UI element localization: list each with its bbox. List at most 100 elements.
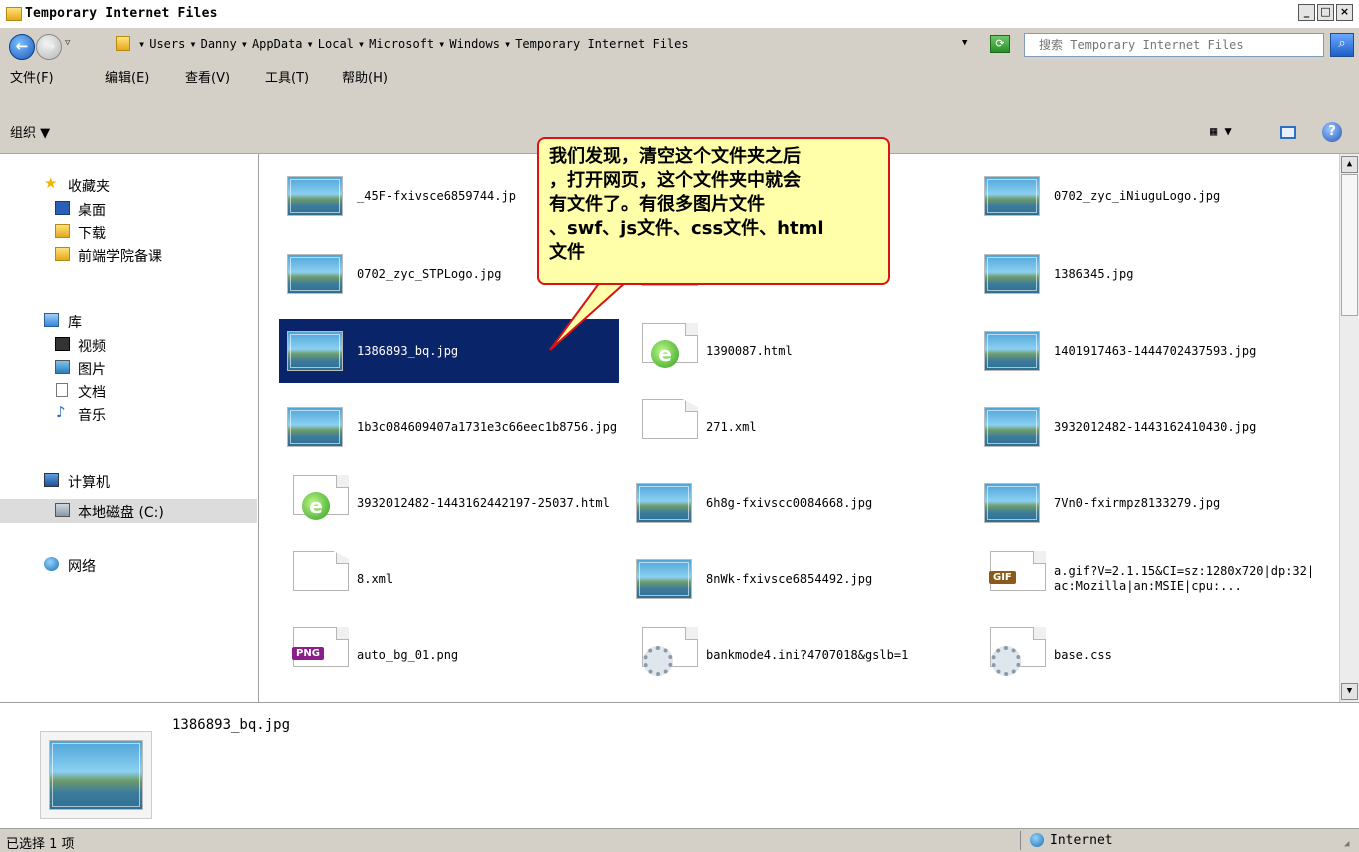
file-item[interactable]: 8.xml bbox=[279, 547, 619, 611]
file-name: 8.xml bbox=[357, 571, 394, 586]
nav-label: 计算机 bbox=[68, 475, 110, 491]
vertical-scrollbar[interactable]: ▲ ▼ bbox=[1339, 154, 1359, 702]
search-box[interactable] bbox=[1024, 33, 1324, 57]
ie-logo-icon: e bbox=[651, 340, 679, 368]
file-item[interactable]: PNG auto_bg_01.png bbox=[279, 623, 619, 687]
breadcrumb-item[interactable]: Windows bbox=[449, 37, 500, 51]
menu-view[interactable]: 查看(V) bbox=[185, 67, 230, 86]
views-button[interactable]: ▦ ▼ bbox=[1210, 124, 1232, 138]
nav-downloads[interactable]: 下载 bbox=[0, 221, 257, 243]
breadcrumb-separator-icon[interactable]: ▾ bbox=[189, 37, 196, 51]
breadcrumb-separator-icon[interactable]: ▾ bbox=[307, 37, 314, 51]
nav-frontend[interactable]: 前端学院备课 bbox=[0, 244, 257, 266]
close-button[interactable]: × bbox=[1336, 4, 1353, 21]
organize-button[interactable]: 组织 ▼ bbox=[10, 122, 50, 141]
status-bar: 已选择 1 项 Internet ◢ bbox=[0, 828, 1359, 852]
nav-favorites[interactable]: ★ 收藏夹 bbox=[0, 174, 257, 196]
nav-label: 文档 bbox=[78, 385, 106, 401]
scroll-down-icon[interactable]: ▼ bbox=[1341, 683, 1358, 700]
nav-computer[interactable]: 计算机 bbox=[0, 470, 257, 492]
address-dropdown-icon[interactable]: ▼ bbox=[962, 38, 967, 48]
breadcrumb-separator-icon[interactable]: ▾ bbox=[438, 37, 445, 51]
breadcrumb-path[interactable]: ▾ Users ▾ Danny ▾ AppData ▾ Local ▾ Microsoft ▾ Win… bbox=[138, 37, 693, 51]
image-thumbnail-icon bbox=[636, 483, 692, 523]
gif-badge: GIF bbox=[989, 571, 1016, 584]
file-name: 1390087.html bbox=[706, 343, 793, 358]
refresh-button[interactable]: ⟳ bbox=[990, 35, 1010, 53]
scroll-up-icon[interactable]: ▲ bbox=[1341, 156, 1358, 173]
generic-file-icon bbox=[642, 399, 698, 439]
address-bar: ← → ▽ ▾ Users ▾ Danny ▾ AppData ▾ Local ▾ Microso… bbox=[0, 28, 1359, 62]
file-name: 3932012482-1443162442197-25037.html bbox=[357, 495, 610, 510]
minimize-button[interactable]: _ bbox=[1298, 4, 1315, 21]
nav-pictures[interactable]: 图片 bbox=[0, 357, 257, 379]
maximize-button[interactable]: □ bbox=[1317, 4, 1334, 21]
png-badge: PNG bbox=[292, 647, 324, 660]
file-name: 1386345.jpg bbox=[1054, 266, 1134, 281]
breadcrumb-item[interactable]: Danny bbox=[201, 37, 237, 51]
history-dropdown-icon[interactable]: ▽ bbox=[65, 38, 70, 48]
file-item[interactable]: 6h8g-fxivscc0084668.jpg bbox=[628, 471, 968, 535]
breadcrumb-separator-icon[interactable]: ▾ bbox=[138, 37, 145, 51]
scrollbar-thumb[interactable] bbox=[1341, 174, 1358, 316]
nav-network[interactable]: 网络 bbox=[0, 554, 257, 576]
breadcrumb-separator-icon[interactable]: ▾ bbox=[358, 37, 365, 51]
file-name: bankmode4.ini?4707018&gslb=1 bbox=[706, 647, 909, 662]
file-item[interactable]: 0702_zyc_iNiuguLogo.jpg bbox=[976, 164, 1316, 228]
file-item[interactable]: 1b3c084609407a1731e3c66eec1b8756.jpg bbox=[279, 395, 619, 459]
preview-pane-icon[interactable] bbox=[1280, 126, 1296, 139]
file-item[interactable]: 8nWk-fxivsce6854492.jpg bbox=[628, 547, 968, 611]
breadcrumb-item[interactable]: Temporary Internet Files bbox=[515, 37, 688, 51]
resize-grip-icon[interactable]: ◢ bbox=[1344, 839, 1349, 849]
menu-file[interactable]: 文件(F) bbox=[10, 67, 54, 86]
file-name: base.css bbox=[1054, 647, 1112, 662]
back-arrow-icon: ← bbox=[15, 37, 29, 55]
file-item[interactable]: 7Vn0-fxirmpz8133279.jpg bbox=[976, 471, 1316, 535]
file-item[interactable]: 1401917463-1444702437593.jpg bbox=[976, 319, 1316, 383]
breadcrumb-separator-icon[interactable]: ▾ bbox=[504, 37, 511, 51]
nav-documents[interactable]: 文档 bbox=[0, 380, 257, 402]
breadcrumb-item[interactable]: Users bbox=[149, 37, 185, 51]
title-bar: Temporary Internet Files _ □ × bbox=[0, 0, 1359, 29]
image-thumbnail-icon bbox=[984, 176, 1040, 216]
back-button[interactable]: ← bbox=[9, 34, 35, 60]
file-item[interactable]: GIF a.gif?V=2.1.15&CI=sz:1280x720|dp:32|a… bbox=[976, 547, 1316, 611]
file-item[interactable]: bankmode4.ini?4707018&gslb=1 bbox=[628, 623, 968, 687]
nav-label: 视频 bbox=[78, 339, 106, 355]
file-item[interactable]: 1386345.jpg bbox=[976, 242, 1316, 306]
html-file-icon: e bbox=[642, 323, 698, 368]
file-item[interactable]: base.css bbox=[976, 623, 1316, 687]
menu-help[interactable]: 帮助(H) bbox=[342, 67, 388, 86]
breadcrumb-item[interactable]: Microsoft bbox=[369, 37, 434, 51]
callout-box: 我们发现，清空这个文件夹之后 ，打开网页，这个文件夹中就会 有文件了。有很多图片… bbox=[537, 137, 890, 285]
file-item[interactable]: e 1390087.html bbox=[628, 319, 968, 383]
file-name: 1401917463-1444702437593.jpg bbox=[1054, 343, 1257, 358]
forward-button[interactable]: → bbox=[36, 34, 62, 60]
breadcrumb-item[interactable]: Local bbox=[318, 37, 354, 51]
file-item[interactable]: 3932012482-1443162410430.jpg bbox=[976, 395, 1316, 459]
menu-tools[interactable]: 工具(T) bbox=[265, 67, 309, 86]
nav-local-disk[interactable]: 本地磁盘 (C:) bbox=[0, 499, 257, 523]
file-item[interactable]: 271.xml bbox=[628, 395, 968, 459]
help-icon[interactable]: ? bbox=[1322, 122, 1342, 142]
breadcrumb-separator-icon[interactable]: ▾ bbox=[241, 37, 248, 51]
menu-edit[interactable]: 编辑(E) bbox=[105, 67, 149, 86]
nav-desktop[interactable]: 桌面 bbox=[0, 198, 257, 220]
file-item[interactable]: e 3932012482-1443162442197-25037.html bbox=[279, 471, 619, 535]
document-icon bbox=[56, 383, 68, 397]
search-input[interactable] bbox=[1039, 38, 1319, 52]
file-name: 0702_zyc_iNiuguLogo.jpg bbox=[1054, 188, 1221, 203]
breadcrumb-item[interactable]: AppData bbox=[252, 37, 303, 51]
ie-logo-icon: e bbox=[302, 492, 330, 520]
image-thumbnail-icon bbox=[984, 254, 1040, 294]
image-thumbnail-icon bbox=[984, 407, 1040, 447]
nav-library[interactable]: 库 bbox=[0, 310, 257, 332]
breadcrumb[interactable]: ▾ Users ▾ Danny ▾ AppData ▾ Local ▾ Microsoft ▾ Win… bbox=[78, 34, 970, 56]
config-file-icon bbox=[642, 627, 698, 676]
nav-music[interactable]: ♪ 音乐 bbox=[0, 403, 257, 425]
status-zone: Internet bbox=[1050, 833, 1113, 848]
window-title: Temporary Internet Files bbox=[25, 6, 218, 21]
search-icon[interactable]: ⌕ bbox=[1330, 33, 1354, 57]
folder-icon bbox=[116, 36, 130, 51]
nav-videos[interactable]: 视频 bbox=[0, 334, 257, 356]
